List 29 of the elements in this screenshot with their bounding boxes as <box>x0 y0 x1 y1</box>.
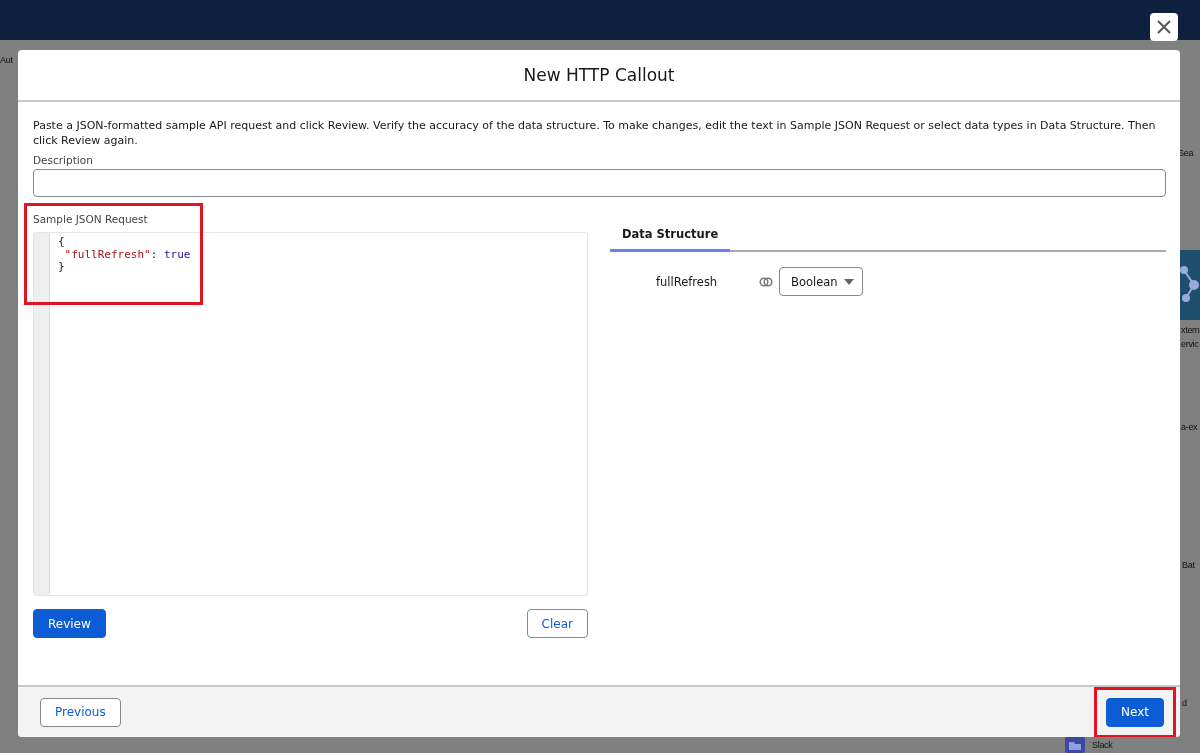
code-line: "fullRefresh": true <box>64 248 191 261</box>
background-text: Slack <box>1092 740 1113 751</box>
background-text: xtern <box>1181 325 1200 336</box>
tab[interactable]: Data Structure <box>610 221 731 252</box>
field-name: fullRefresh <box>656 274 719 289</box>
code-line: { <box>58 236 65 249</box>
next-button[interactable]: Next <box>1106 697 1164 727</box>
review-button[interactable]: Review <box>33 609 106 638</box>
field-label: Description <box>33 154 93 166</box>
caret-icon <box>844 278 854 285</box>
dialog-title: New HTTP Callout <box>523 65 675 85</box>
code-line: } <box>58 261 65 274</box>
background-text: Bat <box>1182 560 1195 571</box>
instructions-text: Paste a JSON-formatted sample API request and click Review. Verify the accuracy of the data structure. To make changes, edit the text in Sample JSON Request or select data types in Data Structure. Then click Review again. <box>33 118 1157 148</box>
background-text: Aut <box>0 55 13 66</box>
description-field[interactable] <box>33 169 1166 197</box>
network-icon <box>1180 250 1200 320</box>
json-editor[interactable]: { "fullRefresh": true } <box>33 232 588 596</box>
background-text: ervic <box>1181 339 1199 350</box>
close-button[interactable] <box>1150 13 1178 41</box>
link-icon <box>759 276 773 287</box>
background-text: d <box>1182 698 1187 709</box>
folder-icon <box>1065 737 1085 753</box>
clear-button[interactable]: Clear <box>526 609 588 638</box>
background-text: a-ex <box>1181 422 1198 433</box>
close-icon <box>1156 19 1172 35</box>
previous-button[interactable]: Previous <box>40 697 121 727</box>
type-dropdown[interactable]: Boolean <box>779 267 863 296</box>
field-label: Sample JSON Request <box>33 213 148 225</box>
